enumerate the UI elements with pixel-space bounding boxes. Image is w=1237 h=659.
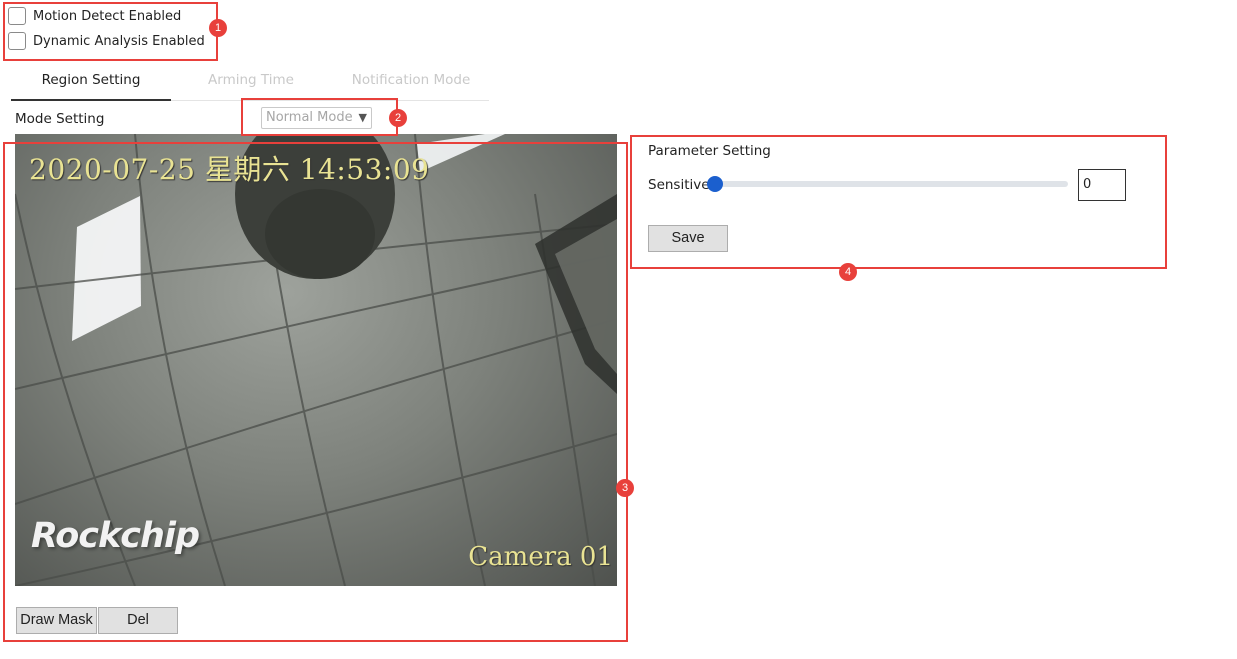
mode-setting-label: Mode Setting <box>15 111 105 127</box>
tab-region-setting[interactable]: Region Setting <box>11 72 171 88</box>
active-tab-indicator <box>11 99 171 101</box>
annotation-box-2 <box>241 98 398 136</box>
annotation-box-4 <box>630 135 1167 269</box>
annotation-box-1 <box>3 2 218 61</box>
annotation-badge-4: 4 <box>839 263 857 281</box>
tab-arming-time[interactable]: Arming Time <box>171 72 331 88</box>
annotation-badge-1: 1 <box>209 19 227 37</box>
tab-notification-mode[interactable]: Notification Mode <box>331 72 491 88</box>
annotation-box-3 <box>3 142 628 642</box>
annotation-badge-3: 3 <box>616 479 634 497</box>
annotation-badge-2: 2 <box>389 109 407 127</box>
